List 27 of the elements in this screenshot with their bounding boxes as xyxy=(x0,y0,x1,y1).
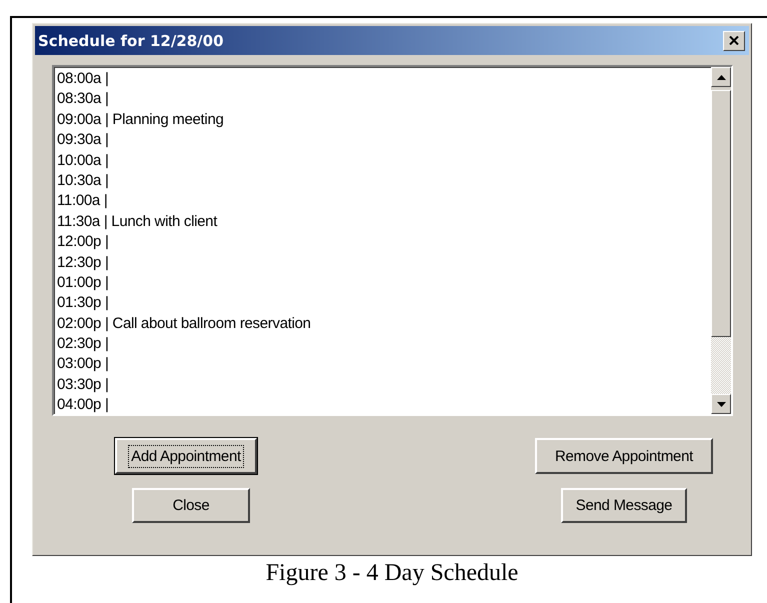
dialog-button[interactable]: Remove Appointment xyxy=(535,438,713,474)
schedule-row[interactable]: 11:00a | xyxy=(57,191,711,212)
dialog-button[interactable]: Close xyxy=(132,488,250,523)
schedule-row[interactable]: 10:30a | xyxy=(57,170,711,192)
schedule-row[interactable]: 04:00p | xyxy=(57,395,711,414)
schedule-row[interactable]: 02:30p | xyxy=(57,334,711,354)
window-title: Schedule for 12/28/00 xyxy=(38,32,224,50)
schedule-row[interactable]: 12:00p | xyxy=(57,232,711,253)
dialog-button[interactable]: Add Appointment xyxy=(115,438,257,474)
schedule-row[interactable]: 03:00p | xyxy=(57,354,711,375)
schedule-row[interactable]: 01:30p | xyxy=(57,293,711,314)
schedule-row[interactable]: 11:30a | Lunch with client xyxy=(57,212,711,232)
schedule-row[interactable]: 02:00p | Call about ballroom reservation xyxy=(57,314,711,334)
schedule-row[interactable]: 10:00a | xyxy=(57,150,711,171)
schedule-row[interactable]: 01:00p | xyxy=(57,272,711,294)
close-icon[interactable] xyxy=(723,30,745,50)
figure-caption: Figure 3 - 4 Day Schedule xyxy=(264,560,520,587)
schedule-row[interactable]: 08:30a | xyxy=(57,89,711,110)
schedule-row[interactable]: 03:30p | xyxy=(57,374,711,396)
schedule-row[interactable]: 09:00a | Planning meeting xyxy=(57,110,711,130)
scroll-up-icon[interactable] xyxy=(711,67,731,87)
schedule-row[interactable]: 09:30a | xyxy=(57,130,711,151)
schedule-row[interactable]: 12:30p | xyxy=(57,252,711,273)
scroll-down-icon[interactable] xyxy=(711,394,731,414)
scrollbar-thumb[interactable] xyxy=(711,90,731,337)
schedule-row[interactable]: 08:00a | xyxy=(57,69,711,90)
dialog-button[interactable]: Send Message xyxy=(561,488,687,523)
